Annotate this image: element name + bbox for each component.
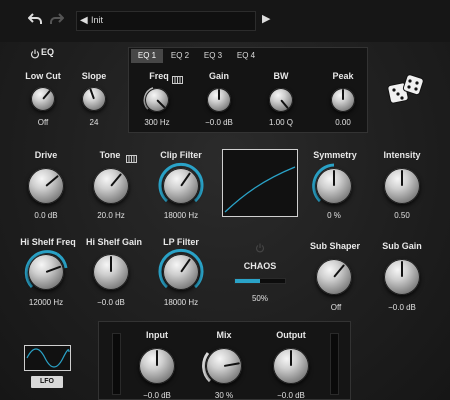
hi-shelf-freq-knob[interactable] <box>28 254 64 290</box>
transfer-curve-display <box>222 149 298 217</box>
sub-shaper-value: Off <box>330 303 342 312</box>
tab-eq-3[interactable]: EQ 3 <box>197 49 229 63</box>
chaos-slider-fill <box>235 279 260 283</box>
output-label: Output <box>276 330 306 340</box>
peak-label: Peak <box>332 71 354 81</box>
eq-power-icon[interactable] <box>30 46 40 64</box>
freq-knob[interactable] <box>145 88 169 112</box>
output-knob[interactable] <box>273 348 309 384</box>
sub-shaper-knob[interactable] <box>316 259 352 295</box>
clip-filter-value: 18000 Hz <box>163 211 199 220</box>
tab-eq-1[interactable]: EQ 1 <box>131 49 163 63</box>
peak-knob[interactable] <box>331 88 355 112</box>
eq-title: EQ <box>41 47 55 57</box>
redo-icon[interactable] <box>50 13 65 27</box>
mix-knob[interactable] <box>206 348 242 384</box>
symmetry-knob[interactable] <box>316 168 352 204</box>
output-value: −0.0 dB <box>277 391 305 400</box>
lp-filter-knob[interactable] <box>163 254 199 290</box>
clip-filter-label: Clip Filter <box>160 150 202 160</box>
symmetry-value: 0 % <box>327 211 341 220</box>
tone-piano-icon[interactable] <box>126 150 137 168</box>
low-cut-knob[interactable] <box>31 87 55 111</box>
slope-value: 24 <box>89 118 99 127</box>
hi-shelf-freq-label: Hi Shelf Freq <box>20 237 76 247</box>
drive-label: Drive <box>34 150 58 160</box>
freq-piano-icon[interactable] <box>172 71 183 89</box>
slope-label: Slope <box>81 71 107 81</box>
preset-next-icon[interactable]: ▶ <box>262 14 270 25</box>
preset-name: Init <box>91 15 104 25</box>
drive-knob[interactable] <box>28 168 64 204</box>
lfo-button[interactable]: LFO <box>31 376 63 388</box>
sub-shaper-label: Sub Shaper <box>309 241 360 251</box>
chaos-value: 50% <box>251 294 268 303</box>
gain-label: Gain <box>208 71 229 81</box>
top-bar: ◀ Init ▶ <box>0 0 450 42</box>
tab-eq-4[interactable]: EQ 4 <box>230 49 262 63</box>
input-meter <box>112 333 121 395</box>
tone-knob[interactable] <box>93 168 129 204</box>
chaos-label: CHAOS <box>243 261 277 271</box>
undo-icon[interactable] <box>27 13 42 27</box>
sub-gain-value: −0.0 dB <box>388 303 416 312</box>
gain-knob[interactable] <box>207 88 231 112</box>
input-knob[interactable] <box>139 348 175 384</box>
lp-filter-label: LP Filter <box>163 237 199 247</box>
gain-value: −0.0 dB <box>205 118 233 127</box>
intensity-label: Intensity <box>383 150 421 160</box>
bw-label: BW <box>273 71 289 81</box>
hi-shelf-gain-knob[interactable] <box>93 254 129 290</box>
slope-knob[interactable] <box>82 87 106 111</box>
tab-eq-2[interactable]: EQ 2 <box>164 49 196 63</box>
symmetry-label: Symmetry <box>313 150 357 160</box>
mix-label: Mix <box>216 330 232 340</box>
sub-gain-label: Sub Gain <box>382 241 422 251</box>
hi-shelf-freq-value: 12000 Hz <box>28 298 64 307</box>
intensity-knob[interactable] <box>384 168 420 204</box>
input-label: Input <box>146 330 168 340</box>
preset-selector[interactable]: ◀ Init <box>76 11 256 31</box>
peak-value: 0.00 <box>335 118 351 127</box>
dice-icon[interactable] <box>386 72 426 111</box>
intensity-value: 0.50 <box>394 211 410 220</box>
preset-prev-icon[interactable]: ◀ <box>80 15 88 26</box>
freq-value: 300 Hz <box>144 118 170 127</box>
hi-shelf-gain-value: −0.0 dB <box>97 298 125 307</box>
input-value: −0.0 dB <box>143 391 171 400</box>
bw-value: 1.00 Q <box>268 118 293 127</box>
chaos-slider[interactable] <box>234 278 286 284</box>
tone-value: 20.0 Hz <box>97 211 125 220</box>
mix-value: 30 % <box>214 391 234 400</box>
hi-shelf-gain-label: Hi Shelf Gain <box>85 237 142 247</box>
chaos-power-icon[interactable] <box>255 240 265 258</box>
lp-filter-value: 18000 Hz <box>163 298 199 307</box>
lfo-waveform-display <box>24 345 71 371</box>
clip-filter-knob[interactable] <box>163 168 199 204</box>
drive-value: 0.0 dB <box>34 211 58 220</box>
output-meter <box>330 333 339 395</box>
sub-gain-knob[interactable] <box>384 259 420 295</box>
bw-knob[interactable] <box>269 88 293 112</box>
